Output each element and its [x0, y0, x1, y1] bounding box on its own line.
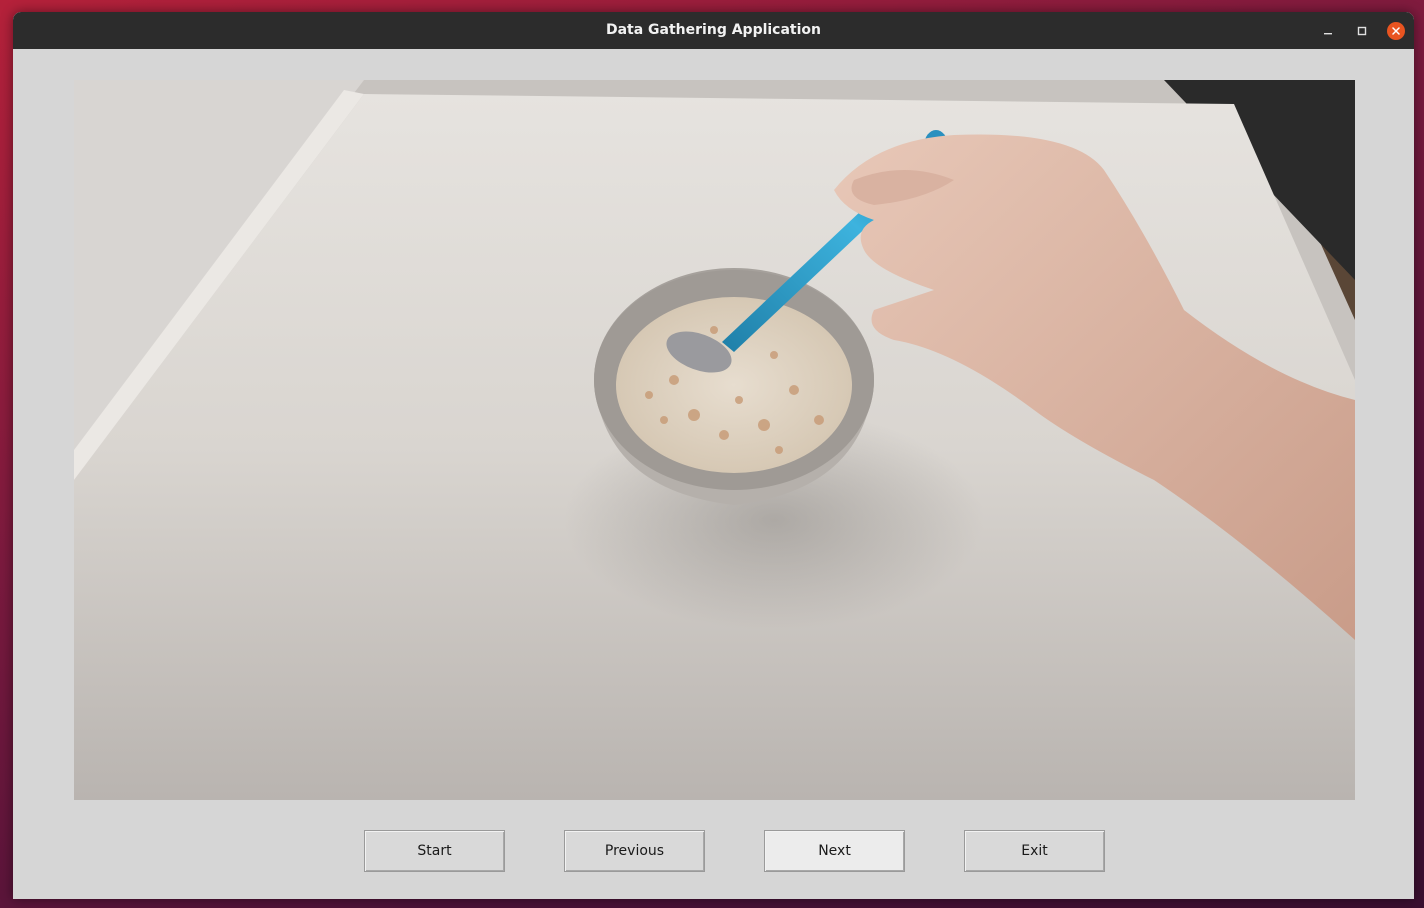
- minimize-icon: [1324, 33, 1332, 35]
- maximize-button[interactable]: [1352, 21, 1372, 41]
- camera-image-view: [74, 80, 1355, 800]
- close-icon: [1387, 22, 1405, 40]
- bowl-and-spoon-image: [74, 80, 1355, 800]
- close-button[interactable]: [1386, 21, 1406, 41]
- minimize-button[interactable]: [1318, 21, 1338, 41]
- app-window: Data Gathering Application Start Previou…: [13, 12, 1414, 899]
- title-bar[interactable]: Data Gathering Application: [13, 12, 1414, 49]
- start-button[interactable]: Start: [364, 830, 505, 872]
- previous-button[interactable]: Previous: [564, 830, 705, 872]
- maximize-icon: [1357, 26, 1367, 36]
- window-title: Data Gathering Application: [605, 22, 822, 38]
- exit-button[interactable]: Exit: [964, 830, 1105, 872]
- next-button[interactable]: Next: [764, 830, 905, 872]
